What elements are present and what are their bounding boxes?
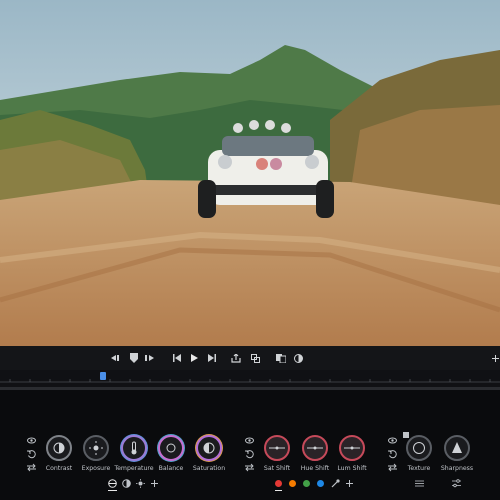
playhead[interactable] (100, 372, 106, 380)
video-viewer[interactable] (0, 0, 500, 346)
saturation-icon (203, 442, 215, 454)
red-swatch[interactable] (275, 480, 282, 487)
texture-knob[interactable] (406, 435, 432, 461)
mark-out-icon[interactable] (143, 351, 157, 365)
shift-slider-icon (269, 446, 285, 450)
exposure-icon (89, 441, 103, 455)
saturation-label: Saturation (192, 465, 226, 472)
crop-icon[interactable] (248, 351, 262, 365)
mark-in-icon[interactable] (108, 351, 122, 365)
add-light-tab-icon[interactable] (150, 479, 159, 488)
playback-toolbar (0, 346, 500, 370)
sat-shift-knob[interactable] (264, 435, 290, 461)
compare-icon[interactable] (274, 351, 288, 365)
sharpness-knob[interactable] (444, 435, 470, 461)
orange-swatch[interactable] (289, 480, 296, 487)
balance-icon (166, 443, 176, 453)
color-wheel-icon[interactable] (291, 351, 305, 365)
light-tab-icon[interactable] (108, 479, 117, 488)
eye-icon[interactable] (245, 436, 254, 445)
skip-start-icon[interactable] (170, 351, 184, 365)
saturation-knob[interactable] (196, 435, 222, 461)
sharpness-icon (452, 442, 462, 453)
detail-adjust-icon[interactable] (452, 479, 461, 488)
skip-end-icon[interactable] (205, 351, 219, 365)
sharpness-label: Sharpness (440, 465, 474, 472)
detail-settings-icon[interactable] (415, 479, 424, 488)
play-icon[interactable] (187, 351, 201, 365)
balance-knob[interactable] (158, 435, 184, 461)
lum-shift-label: Lum Shift (337, 465, 367, 472)
red-swatch-active-indicator (275, 490, 282, 491)
add-color-icon[interactable] (345, 479, 354, 488)
green-swatch[interactable] (303, 480, 310, 487)
exposure-knob[interactable] (83, 435, 109, 461)
eye-icon[interactable] (388, 436, 397, 445)
brightness-tab-icon[interactable] (136, 479, 145, 488)
blue-swatch[interactable] (317, 480, 324, 487)
eyedropper-icon[interactable] (331, 479, 340, 488)
reset-icon[interactable] (27, 450, 36, 459)
video-frame-image (0, 0, 500, 346)
timeline-ruler (0, 379, 500, 383)
eye-icon[interactable] (27, 436, 36, 445)
thermometer-icon (131, 441, 137, 455)
marker-icon[interactable] (127, 351, 141, 365)
temperature-knob[interactable] (121, 435, 147, 461)
texture-icon (413, 442, 425, 454)
shift-slider-icon (344, 446, 360, 450)
hue-shift-knob[interactable] (302, 435, 328, 461)
export-icon[interactable] (229, 351, 243, 365)
reset-icon[interactable] (245, 450, 254, 459)
contrast-knob[interactable] (46, 435, 72, 461)
add-icon[interactable] (488, 351, 500, 365)
light-tab-active-indicator (108, 490, 117, 491)
lum-shift-knob[interactable] (339, 435, 365, 461)
reset-icon[interactable] (388, 450, 397, 459)
contrast-icon (53, 442, 65, 454)
contrast-tab-icon[interactable] (122, 479, 131, 488)
shift-slider-icon (307, 446, 323, 450)
